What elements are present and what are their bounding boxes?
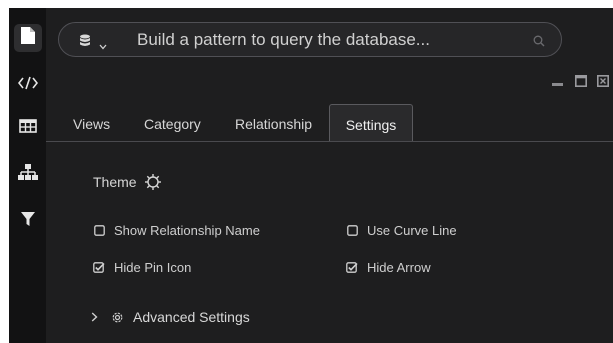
code-icon [17, 76, 39, 95]
document-icon [20, 26, 36, 50]
chevron-down-icon[interactable] [99, 37, 107, 55]
advanced-settings-label: Advanced Settings [133, 309, 250, 325]
checkbox-unchecked-icon[interactable] [346, 225, 358, 237]
filter-icon [20, 211, 36, 232]
option-hide-pin-icon[interactable]: Hide Pin Icon [93, 260, 191, 275]
sidebar-item-hierarchy[interactable] [14, 160, 42, 188]
search-input[interactable] [137, 23, 517, 56]
option-show-relationship-name[interactable]: Show Relationship Name [93, 223, 260, 238]
theme-gear-icon[interactable] [144, 173, 162, 196]
hierarchy-icon [18, 163, 38, 185]
minimize-button[interactable] [552, 74, 564, 92]
sidebar-rail [9, 8, 46, 343]
advanced-settings-toggle[interactable]: Advanced Settings [91, 309, 250, 325]
option-hide-arrow[interactable]: Hide Arrow [346, 260, 431, 275]
sidebar-item-code[interactable] [14, 71, 42, 99]
option-label: Hide Arrow [367, 260, 431, 275]
query-search-bar[interactable] [58, 22, 562, 57]
sidebar-item-documents[interactable] [14, 24, 42, 52]
option-use-curve-line[interactable]: Use Curve Line [346, 223, 457, 238]
settings-panel: Theme Show Relationship Name Use Curve L… [46, 142, 613, 343]
checkbox-unchecked-icon[interactable] [93, 225, 105, 237]
tab-category[interactable]: Category [144, 104, 201, 142]
checkbox-checked-icon[interactable] [346, 262, 358, 274]
tab-views[interactable]: Views [73, 104, 110, 142]
tab-settings[interactable]: Settings [329, 104, 413, 142]
table-icon [19, 118, 37, 138]
checkbox-checked-icon[interactable] [93, 262, 105, 274]
database-icon[interactable] [79, 34, 91, 52]
theme-label: Theme [93, 174, 137, 190]
option-label: Show Relationship Name [114, 223, 260, 238]
tab-bar: Views Category Relationship Settings [46, 104, 613, 142]
close-icon [597, 74, 609, 92]
option-label: Use Curve Line [367, 223, 457, 238]
option-label: Hide Pin Icon [114, 260, 192, 275]
tab-relationship[interactable]: Relationship [235, 104, 312, 142]
sidebar-item-table[interactable] [14, 114, 42, 142]
close-button[interactable] [597, 74, 609, 92]
maximize-button[interactable] [575, 74, 587, 92]
gear-icon [111, 311, 124, 324]
maximize-icon [575, 74, 587, 92]
minimize-icon [552, 74, 564, 92]
app-window: Views Category Relationship Settings The… [9, 8, 613, 343]
search-icon[interactable] [533, 34, 545, 52]
sidebar-item-filter[interactable] [14, 207, 42, 235]
chevron-right-icon [91, 312, 98, 322]
